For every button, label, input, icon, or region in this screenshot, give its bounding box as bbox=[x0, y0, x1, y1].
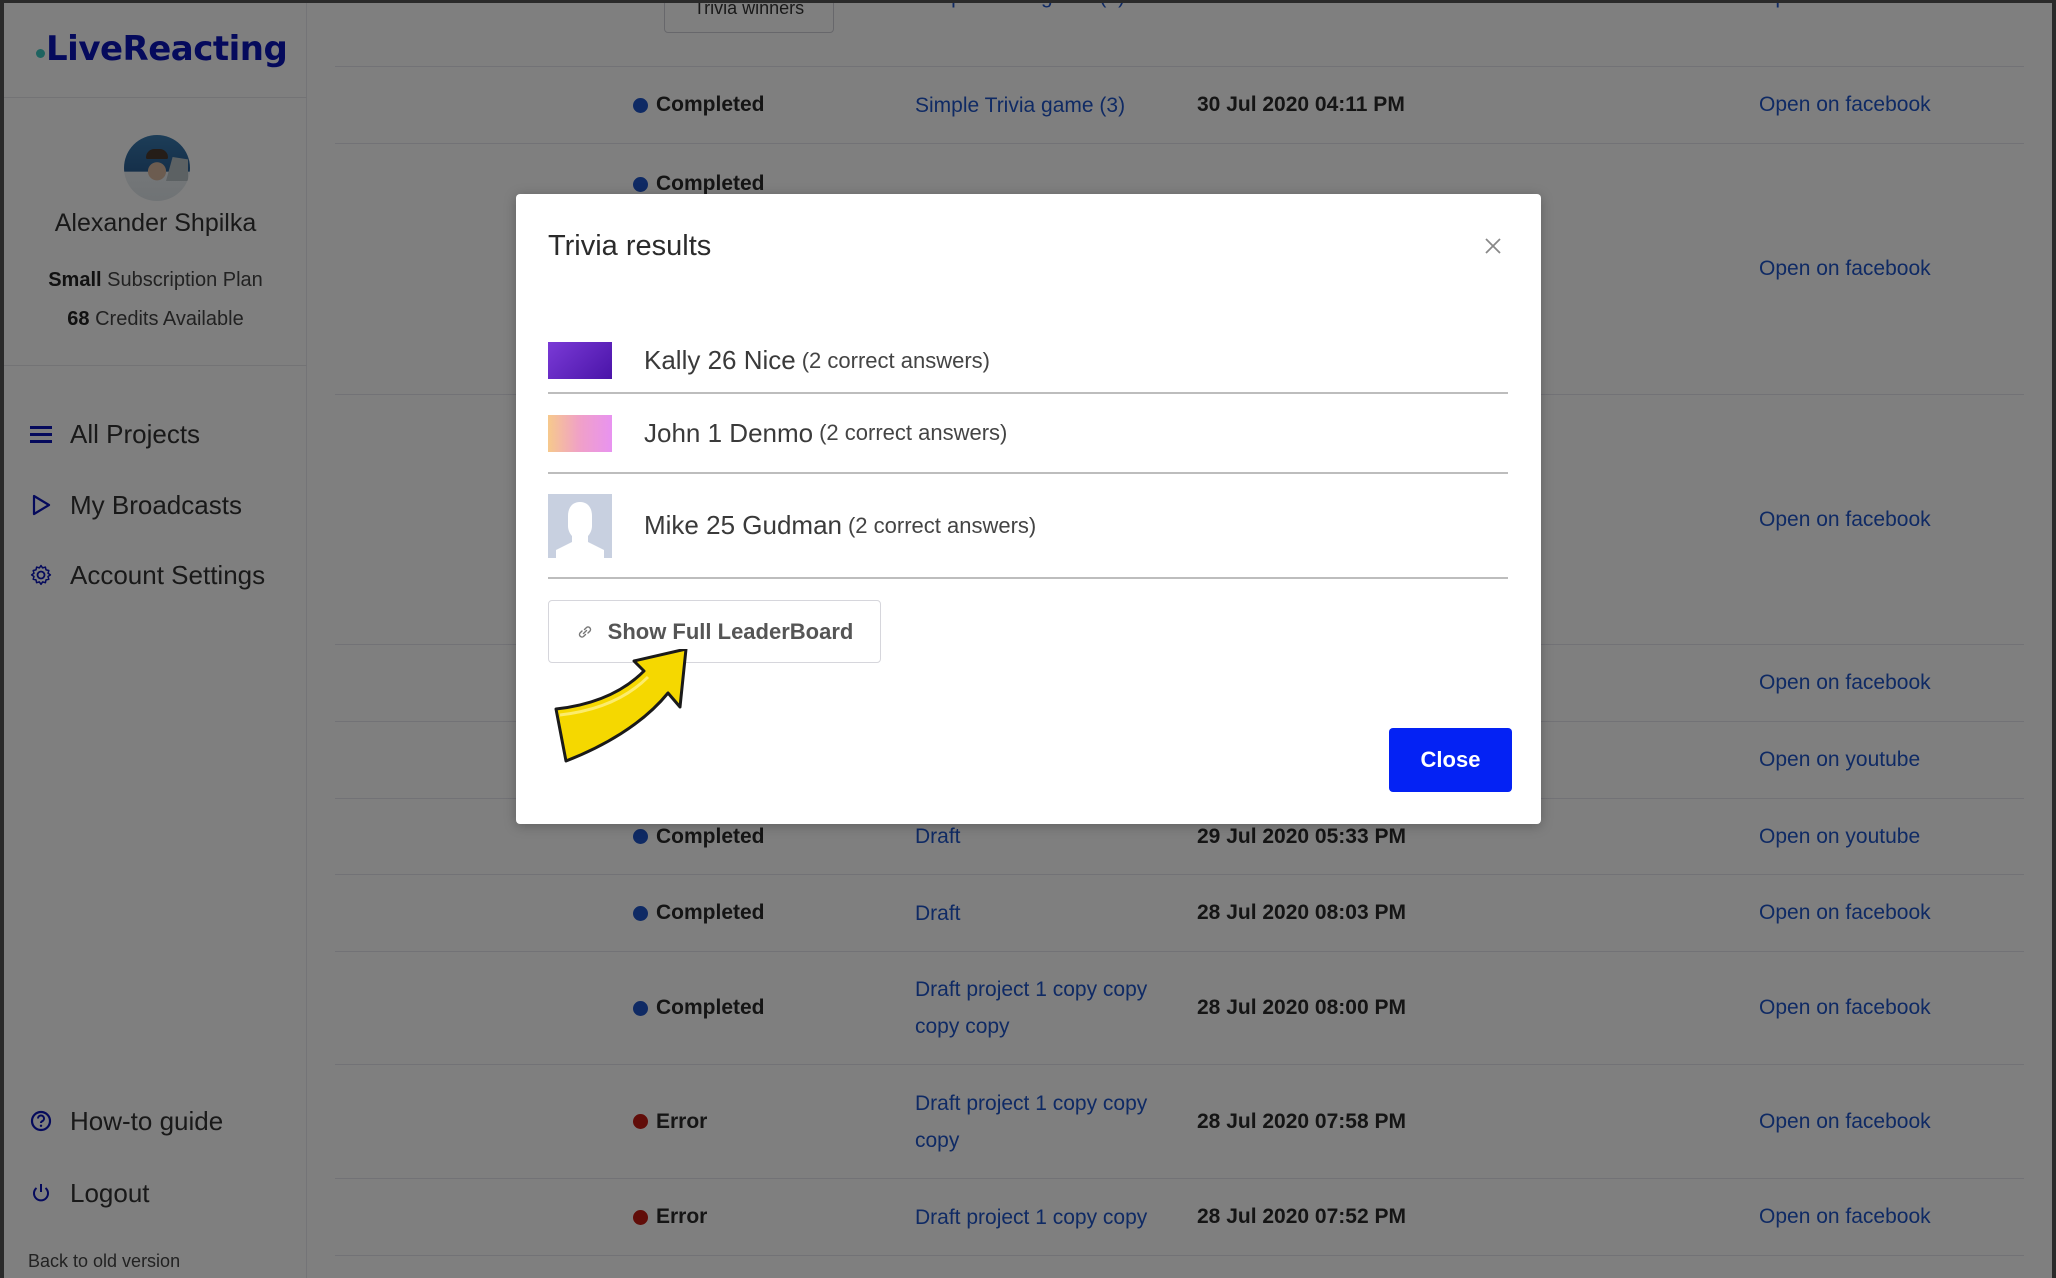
default-avatar-icon bbox=[548, 493, 612, 558]
participant-name: Mike 25 Gudman bbox=[644, 510, 842, 540]
result-item: Kally 26 Nice (2 correct answers) bbox=[548, 329, 1508, 394]
participant-score: (2 correct answers) bbox=[847, 512, 1037, 538]
participant-name: John 1 Denmo bbox=[644, 417, 814, 448]
annotation-arrow-icon bbox=[554, 649, 688, 763]
app-window: LiveReacting Alexander Shpilka Small Sub… bbox=[4, 3, 2052, 1278]
result-item: Mike 25 Gudman (2 correct answers) bbox=[548, 474, 1508, 579]
close-icon[interactable] bbox=[1481, 234, 1505, 258]
participant-score: (2 correct answers) bbox=[819, 420, 1008, 445]
participant-name: Kally 26 Nice bbox=[644, 345, 796, 375]
participant-score: (2 correct answers) bbox=[801, 347, 991, 373]
trivia-results-modal: Trivia results Kally 26 Nice (2 correct … bbox=[516, 194, 1541, 824]
participant-avatar bbox=[548, 414, 612, 452]
leaderboard-label: Show Full LeaderBoard bbox=[607, 618, 854, 644]
participant-avatar bbox=[548, 342, 612, 379]
close-button[interactable]: Close bbox=[1389, 728, 1512, 792]
link-icon bbox=[576, 623, 594, 641]
modal-title: Trivia results bbox=[548, 230, 712, 262]
result-item: John 1 Denmo (2 correct answers) bbox=[548, 394, 1508, 474]
